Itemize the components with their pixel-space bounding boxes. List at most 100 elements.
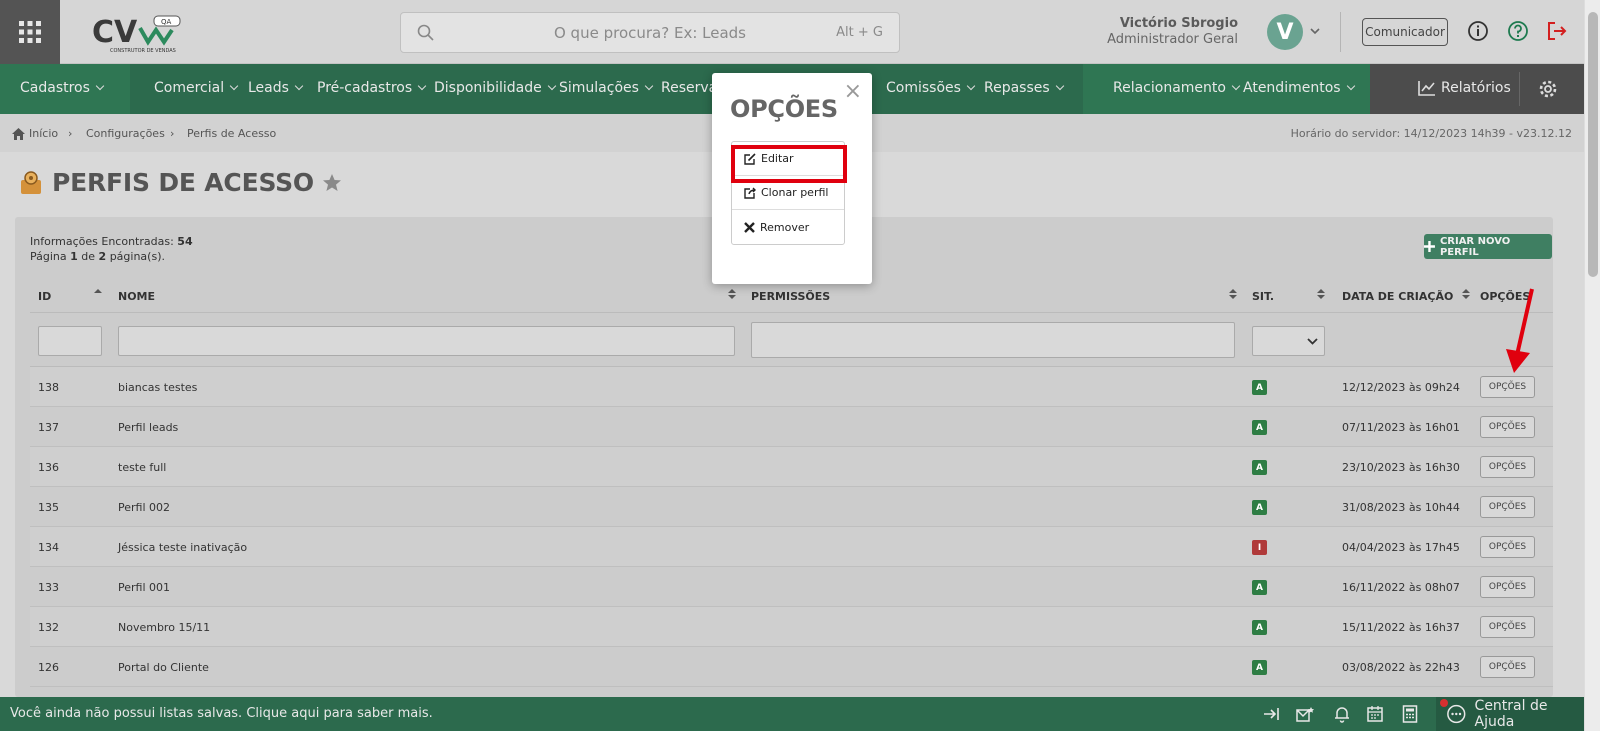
divider (30, 312, 1553, 313)
search-box[interactable]: O que procura? Ex: Leads Alt + G (400, 12, 900, 53)
cell-id: 137 (38, 421, 59, 434)
create-profile-button[interactable]: CRIAR NOVO PERFIL (1424, 234, 1552, 259)
nav-item-leads[interactable]: Leads (248, 80, 302, 96)
status-badge: A (1252, 500, 1267, 515)
nav-label: Repasses (984, 80, 1050, 96)
communicator-button[interactable]: Comunicador (1362, 18, 1448, 46)
sort-icon[interactable] (1462, 288, 1470, 300)
breadcrumb-item[interactable]: Configurações (86, 127, 165, 140)
cell-id: 135 (38, 501, 59, 514)
clone-profile-label: Clonar perfil (761, 186, 829, 199)
user-name: Victório Sbrogio (1119, 16, 1238, 31)
remove-label: Remover (760, 220, 810, 234)
logout-icon[interactable] (1546, 20, 1568, 42)
page-current: 1 (70, 250, 78, 263)
filter-sit-select[interactable] (1252, 326, 1325, 356)
breadcrumb-home[interactable]: Início (12, 127, 58, 140)
cell-data: 12/12/2023 às 09h24 (1342, 381, 1460, 394)
scrollbar-thumb[interactable] (1588, 12, 1598, 277)
svg-text:QA: QA (161, 18, 172, 26)
close-icon[interactable]: × (844, 81, 862, 103)
status-badge: A (1252, 580, 1267, 595)
help-icon[interactable] (1507, 20, 1529, 42)
star-icon[interactable] (322, 173, 342, 193)
cell-nome: Perfil leads (118, 421, 179, 434)
found-label: Informações Encontradas: (30, 235, 174, 248)
col-permissoes[interactable]: PERMISSÕES (751, 290, 830, 303)
col-sit[interactable]: SIT. (1252, 290, 1274, 303)
user-info[interactable]: Victório Sbrogio Administrador Geral (1107, 16, 1238, 48)
cv-logo[interactable]: CV QA CONSTRUTOR DE VENDAS (92, 12, 192, 56)
nav-item-disponibilidade[interactable]: Disponibilidade (434, 80, 555, 96)
calendar-icon[interactable] (1366, 705, 1384, 723)
options-button[interactable]: OPÇÕES (1480, 616, 1535, 638)
svg-text:CONSTRUTOR DE VENDAS: CONSTRUTOR DE VENDAS (110, 48, 176, 54)
nav-item-cadastros[interactable]: Cadastros (20, 80, 103, 96)
sort-icon[interactable] (728, 288, 736, 300)
help-center-label: Central de Ajuda (1474, 698, 1548, 730)
mail-star-icon[interactable] (1296, 705, 1316, 723)
nav-label: Cadastros (20, 80, 90, 96)
options-button[interactable]: OPÇÕES (1480, 576, 1535, 598)
chat-icon (1447, 704, 1466, 724)
nav-item-comercial[interactable]: Comercial (154, 80, 237, 96)
filter-permissoes-input[interactable] (751, 322, 1235, 358)
divider (1519, 72, 1520, 106)
collapse-right-icon[interactable] (1262, 705, 1280, 723)
status-badge: A (1252, 380, 1267, 395)
info-icon[interactable] (1467, 20, 1489, 42)
col-nome[interactable]: NOME (118, 290, 155, 303)
nav-label: Comercial (154, 80, 225, 96)
sort-icon[interactable] (1317, 288, 1325, 300)
options-button[interactable]: OPÇÕES (1480, 496, 1535, 518)
nav-item-comissoes[interactable]: Comissões (886, 80, 974, 96)
table-row: 137 Perfil leads A 07/11/2023 às 16h01 O… (30, 407, 1553, 447)
remove-option[interactable]: Remover (732, 210, 844, 244)
nav-item-relatorios[interactable]: Relatórios (1418, 80, 1511, 96)
share-icon (744, 187, 756, 199)
nav-item-repasses[interactable]: Repasses (984, 80, 1063, 96)
avatar[interactable]: V (1267, 14, 1303, 50)
bell-icon[interactable] (1333, 705, 1351, 723)
annotation-arrow-icon (1506, 288, 1534, 373)
scrollbar[interactable] (1584, 0, 1600, 731)
page-label: Página (30, 250, 67, 263)
options-button[interactable]: OPÇÕES (1480, 416, 1535, 438)
options-button[interactable]: OPÇÕES (1480, 656, 1535, 678)
cell-data: 31/08/2023 às 10h44 (1342, 501, 1460, 514)
home-icon (12, 127, 25, 140)
status-badge: I (1252, 540, 1267, 555)
cell-nome: Perfil 001 (118, 581, 171, 594)
close-x-icon (744, 221, 755, 233)
filter-id-input[interactable] (38, 326, 102, 356)
sort-asc-icon[interactable] (94, 288, 102, 300)
chevron-down-icon (1307, 338, 1318, 345)
apps-grid-icon[interactable] (0, 0, 60, 64)
col-data-criacao[interactable]: DATA DE CRIAÇÃO (1342, 290, 1453, 303)
cell-id: 126 (38, 661, 59, 674)
saved-lists-message[interactable]: Você ainda não possui listas salvas. Cli… (10, 706, 433, 721)
calculator-icon[interactable] (1402, 705, 1418, 723)
table-row: 135 Perfil 002 A 31/08/2023 às 10h44 OPÇ… (30, 487, 1553, 527)
cell-nome: Novembro 15/11 (118, 621, 211, 634)
table-row: 136 teste full A 23/10/2023 às 16h30 OPÇ… (30, 447, 1553, 487)
table-row: 132 Novembro 15/11 A 15/11/2022 às 16h37… (30, 607, 1553, 647)
cell-data: 04/04/2023 às 17h45 (1342, 541, 1460, 554)
nav-item-atendimentos[interactable]: Atendimentos (1243, 80, 1354, 96)
nav-item-relacionamento[interactable]: Relacionamento (1113, 80, 1239, 96)
create-profile-label: CRIAR NOVO PERFIL (1439, 235, 1511, 258)
options-button[interactable]: OPÇÕES (1480, 456, 1535, 478)
help-center-button[interactable]: Central de Ajuda (1436, 697, 1584, 731)
gear-icon[interactable] (1537, 78, 1559, 100)
nav-item-pre-cadastros[interactable]: Pré-cadastros (317, 80, 425, 96)
filter-nome-input[interactable] (118, 326, 735, 356)
col-id[interactable]: ID (38, 290, 51, 303)
page-title: PERFIS DE ACESSO (52, 168, 314, 197)
nav-item-simulacoes[interactable]: Simulações (559, 80, 652, 96)
plus-icon (1424, 241, 1435, 252)
options-button[interactable]: OPÇÕES (1480, 376, 1535, 398)
results-info: Informações Encontradas: 54 Página 1 de … (30, 234, 193, 264)
options-button[interactable]: OPÇÕES (1480, 536, 1535, 558)
chevron-down-icon[interactable] (1309, 25, 1321, 37)
sort-icon[interactable] (1229, 288, 1237, 300)
